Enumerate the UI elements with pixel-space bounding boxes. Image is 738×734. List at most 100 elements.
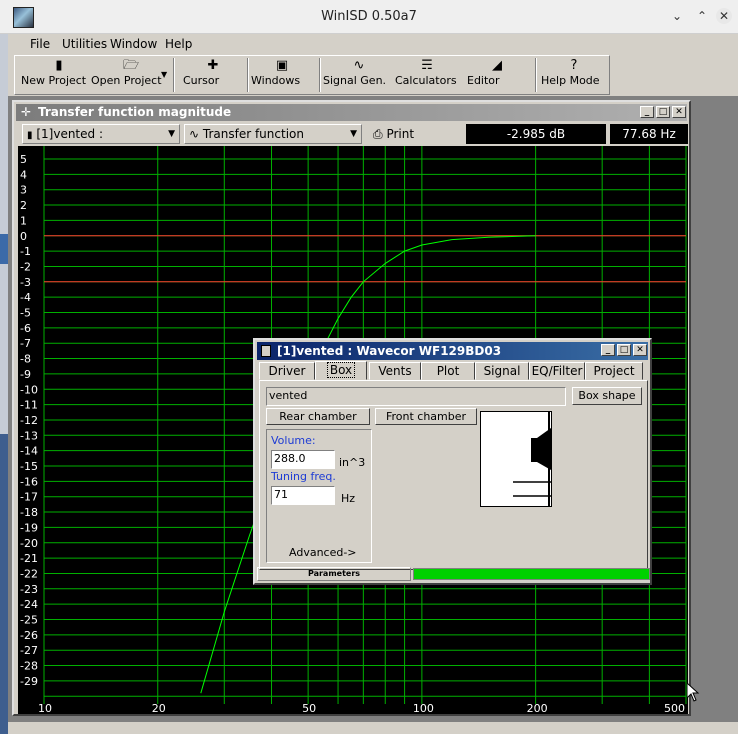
sine-wave-icon: ∿	[189, 127, 200, 141]
dialog-tabs: Driver Box Vents Plot Signal EQ/Filter P…	[259, 361, 648, 380]
graph-type-select[interactable]: ∿ Transfer function magnitude ▼	[184, 124, 362, 159]
y-tick-label: -4	[20, 291, 31, 304]
y-tick-label: -2	[20, 260, 31, 273]
x-tick-label: 50	[302, 702, 316, 714]
x-tick-label: 200	[527, 702, 548, 714]
signal-gen-button[interactable]: ∿ Signal Gen.	[323, 56, 395, 94]
y-tick-label: -14	[20, 445, 38, 458]
y-tick-label: -9	[20, 368, 31, 381]
x-tick-label: 20	[152, 702, 166, 714]
y-tick-label: -19	[20, 521, 38, 534]
tab-box[interactable]: Box	[315, 361, 367, 380]
graph-window-icon: ✛	[21, 105, 32, 119]
help-mode-button[interactable]: ? Help Mode	[541, 56, 607, 94]
tuning-unit: Hz	[341, 492, 356, 505]
y-tick-label: -5	[20, 307, 31, 320]
print-button[interactable]: ⎙ Print	[368, 124, 428, 144]
tab-signal[interactable]: Signal	[475, 362, 529, 380]
menu-help[interactable]: Help	[165, 37, 192, 51]
y-tick-label: -25	[20, 614, 38, 627]
tab-plot[interactable]: Plot	[421, 362, 475, 380]
maximize-icon[interactable]: ⌃	[694, 8, 710, 24]
dialog-icon	[261, 345, 271, 357]
y-tick-label: -12	[20, 414, 38, 427]
editor-button[interactable]: ◢ Editor	[467, 56, 527, 94]
printer-icon: ⎙	[373, 127, 383, 141]
minimize-button[interactable]: _	[640, 106, 654, 118]
tab-project[interactable]: Project	[585, 362, 643, 380]
x-tick-label: 10	[38, 702, 52, 714]
new-project-icon: ▮	[55, 58, 63, 73]
y-tick-label: 2	[20, 199, 27, 212]
box-shape-button[interactable]: Box shape	[572, 387, 642, 405]
y-tick-label: -29	[20, 675, 38, 688]
box-preview-image	[480, 411, 552, 507]
graph-window-titlebar[interactable]: ✛ Transfer function magnitude _ □ ✕	[16, 104, 687, 121]
windows-icon: ▣	[275, 58, 289, 73]
tuning-input[interactable]: 71	[271, 486, 335, 505]
y-tick-label: 1	[20, 214, 27, 227]
y-tick-label: -21	[20, 552, 38, 565]
minimize-icon[interactable]: ⌄	[669, 8, 685, 24]
y-tick-label: -24	[20, 598, 38, 611]
graph-window-title: Transfer function magnitude	[38, 105, 232, 119]
box-tab-panel: vented Box shape Rear chamber Front cham…	[259, 380, 648, 570]
calculators-button[interactable]: ☴ Calculators	[395, 56, 459, 94]
tab-driver[interactable]: Driver	[259, 362, 315, 380]
y-tick-label: -22	[20, 567, 38, 580]
rear-chamber-button[interactable]: Rear chamber	[266, 408, 370, 425]
close-window-button[interactable]: ✕	[716, 8, 732, 24]
volume-input[interactable]: 288.0	[271, 450, 335, 469]
menu-window[interactable]: Window	[110, 37, 157, 51]
y-tick-label: -13	[20, 429, 38, 442]
y-tick-label: -8	[20, 353, 31, 366]
desktop-background	[0, 34, 8, 734]
mouse-pointer-icon	[686, 682, 700, 702]
open-project-button[interactable]: 🗁 Open Project	[91, 56, 171, 94]
new-project-button[interactable]: ▮ New Project	[21, 56, 97, 94]
sliders-icon: ☴	[421, 58, 433, 73]
box-name-field[interactable]: vented	[266, 387, 566, 406]
dialog-minimize-button[interactable]: _	[601, 344, 615, 356]
dialog-maximize-button[interactable]: □	[617, 344, 631, 356]
project-icon: ▮	[27, 130, 33, 141]
maximize-button[interactable]: □	[656, 106, 670, 118]
crosshair-icon: ✚	[207, 58, 219, 73]
menu-file[interactable]: File	[30, 37, 50, 51]
y-tick-label: -3	[20, 276, 31, 289]
y-tick-label: -7	[20, 337, 31, 350]
windows-button[interactable]: ▣ Windows	[251, 56, 313, 94]
y-tick-label: -17	[20, 491, 38, 504]
y-tick-label: 4	[20, 168, 27, 181]
volume-label: Volume:	[271, 434, 316, 447]
front-chamber-button[interactable]: Front chamber	[375, 408, 477, 425]
y-tick-label: -16	[20, 475, 38, 488]
y-tick-label: -20	[20, 537, 38, 550]
y-tick-label: -18	[20, 506, 38, 519]
dialog-titlebar[interactable]: [1]vented : Wavecor WF129BD03 _ □ ✕	[257, 342, 648, 360]
chevron-down-icon: ▼	[168, 129, 175, 139]
project-select[interactable]: ▮ [1]vented : WF129BD03 ▼	[22, 124, 180, 161]
x-tick-label: 100	[413, 702, 434, 714]
sine-wave-icon: ∿	[353, 58, 365, 73]
close-icon: ✕	[716, 8, 732, 24]
advanced-link[interactable]: Advanced->	[289, 546, 357, 559]
tuning-label: Tuning freq.	[271, 470, 336, 483]
dialog-close-button[interactable]: ✕	[633, 344, 647, 356]
y-tick-label: -1	[20, 245, 31, 258]
y-tick-label: -28	[20, 660, 38, 673]
x-tick-label: 500	[664, 702, 685, 714]
window-title: WinISD 0.50a7	[321, 9, 417, 24]
tab-eq-filter[interactable]: EQ/Filter	[529, 362, 585, 380]
close-button[interactable]: ✕	[672, 106, 686, 118]
dialog-title: [1]vented : Wavecor WF129BD03	[277, 344, 502, 358]
cursor-button[interactable]: ✚ Cursor	[183, 56, 243, 94]
progress-bar	[413, 568, 650, 580]
menu-utilities[interactable]: Utilities	[62, 37, 107, 51]
tab-vents[interactable]: Vents	[369, 362, 421, 380]
y-tick-label: 0	[20, 230, 27, 243]
speaker-box-diagram	[513, 412, 551, 506]
open-project-dropdown-icon[interactable]: ▼	[161, 70, 167, 79]
y-tick-label: -11	[20, 399, 38, 412]
y-tick-label: 3	[20, 184, 27, 197]
